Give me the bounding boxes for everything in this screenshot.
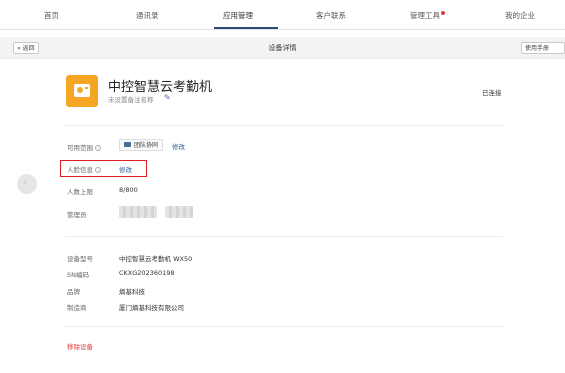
maker-value: 厦门熵基科技有限公司 <box>119 304 184 312</box>
edit-alias-pencil-icon[interactable]: ✎ <box>164 93 171 102</box>
range-edit-link[interactable]: 修改 <box>172 141 185 151</box>
info-icon[interactable]: i <box>95 145 101 151</box>
capacity-label: 人数上限 <box>67 188 93 196</box>
sn-value: CKXG202360198 <box>119 269 175 277</box>
highlight-box <box>60 160 147 177</box>
maker-label: 制造商 <box>67 304 87 312</box>
device-name: 中控智慧云考勤机 <box>108 80 213 95</box>
admin-avatar-blurred <box>119 206 157 218</box>
nav-item-contacts[interactable]: 通讯录 <box>136 10 159 21</box>
page-title: 设备详情 <box>268 44 297 52</box>
range-value-chip: 团队协同 <box>119 139 164 151</box>
nav-item-my-enterprise[interactable]: 我的企业 <box>505 10 535 21</box>
range-label: 可用范围 i <box>67 142 101 152</box>
admin-name-blurred <box>165 206 193 218</box>
user-manual-button[interactable]: 使用手册 <box>521 42 565 54</box>
divider <box>65 326 503 327</box>
chevron-left-icon: ‹ <box>23 178 27 188</box>
notification-dot <box>441 11 445 15</box>
brand-value: 熵基科技 <box>119 288 145 296</box>
sn-label: SN编码 <box>67 271 89 279</box>
device-alias: 未设置备注名称 <box>108 96 154 104</box>
model-label: 设备型号 <box>67 255 93 263</box>
nav-item-app-management[interactable]: 应用管理 <box>223 10 253 21</box>
capacity-value: 8/800 <box>119 186 138 194</box>
nav-item-customer-contact[interactable]: 客户联系 <box>316 10 346 21</box>
top-nav: 首页 通讯录 应用管理 客户联系 管理工具 我的企业 <box>0 0 565 30</box>
sub-header: « 返回 设备详情 使用手册 <box>0 37 565 59</box>
folder-icon <box>124 142 131 147</box>
nav-item-management-tools[interactable]: 管理工具 <box>410 10 440 21</box>
divider <box>65 236 503 237</box>
connection-status: 已连接 <box>482 89 502 97</box>
brand-label: 品牌 <box>67 288 80 296</box>
model-value: 中控智慧云考勤机 WX50 <box>119 255 193 263</box>
attendance-machine-icon <box>66 75 98 107</box>
admin-label: 管理员 <box>67 211 87 219</box>
active-tab-indicator <box>214 27 278 29</box>
side-toggle-button[interactable]: ‹ <box>17 174 37 194</box>
nav-item-home[interactable]: 首页 <box>44 10 59 21</box>
remove-device-button[interactable]: 移除设备 <box>67 341 93 351</box>
divider <box>65 125 503 126</box>
